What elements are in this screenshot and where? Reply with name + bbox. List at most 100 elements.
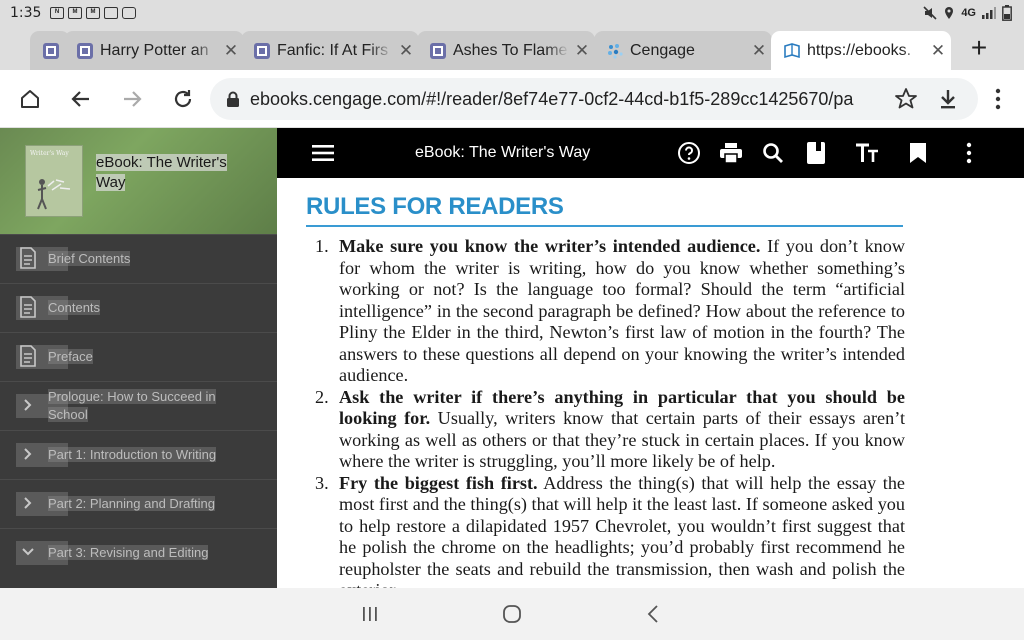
sidebar-item-preface[interactable]: Preface: [0, 332, 277, 381]
forward-arrow-icon: [124, 91, 142, 107]
reload-button[interactable]: [168, 84, 198, 114]
rule-item: 2. Ask the writer if there’s anything in…: [315, 387, 905, 473]
ebook-page: RULES FOR READERS 1. Make sure you know …: [277, 178, 1024, 588]
network-type: 4G: [961, 7, 976, 19]
chevron-right-icon[interactable]: [20, 394, 36, 416]
rule-number: 1.: [315, 236, 329, 256]
status-time: 1:35: [10, 5, 42, 21]
document-icon: [20, 296, 36, 318]
print-icon: [720, 143, 742, 164]
back-button[interactable]: [66, 84, 96, 114]
book-icon: [784, 42, 800, 58]
help-icon: [678, 142, 700, 164]
tab-close-icon[interactable]: ✕: [925, 41, 951, 61]
rule-lead: Make sure you know the writer’s intended…: [339, 236, 761, 256]
notification-icons: N M M: [50, 7, 136, 19]
bookmark-star-icon[interactable]: [894, 87, 918, 111]
tab-close-icon[interactable]: ✕: [569, 41, 595, 61]
status-bar: 1:35 N M M 4G: [0, 0, 1024, 28]
menu-hamburger-icon[interactable]: [312, 143, 334, 163]
section-heading: RULES FOR READERS: [306, 193, 564, 220]
mail-icon: M: [68, 7, 82, 19]
sidebar-item-label: Contents: [48, 300, 101, 315]
chevron-down-icon[interactable]: [20, 541, 36, 563]
reload-icon: [174, 90, 192, 108]
chevron-right-icon[interactable]: [20, 443, 36, 465]
download-icon[interactable]: [936, 87, 960, 111]
reader-more-button[interactable]: [957, 141, 981, 165]
sidebar-item-label: Brief Contents: [48, 251, 131, 266]
location-icon: [945, 7, 954, 19]
url-text[interactable]: ebooks.cengage.com/#!/reader/8ef74e77-0c…: [250, 89, 854, 110]
calendar-icon: [104, 7, 118, 19]
search-button[interactable]: [761, 141, 785, 165]
bookmark-icon: [910, 143, 926, 163]
rule-number: 2.: [315, 386, 329, 407]
home-circle-icon: [503, 605, 521, 623]
cover-illustration: [37, 179, 71, 210]
home-icon: [21, 90, 39, 108]
tab-3[interactable]: Fanfic: If At Firs ✕: [241, 31, 419, 70]
sidebar-item-label: Preface: [48, 349, 93, 364]
document-icon: [20, 247, 36, 269]
rule-lead: Fry the biggest fish first.: [339, 472, 538, 493]
bookmark-button[interactable]: [906, 141, 930, 165]
recent-apps-icon: [363, 607, 377, 621]
tab-close-icon[interactable]: ✕: [746, 41, 772, 61]
sidebar-item-label: Part 1: Introduction to Writing: [48, 447, 217, 462]
forward-button[interactable]: [117, 84, 147, 114]
address-bar[interactable]: ebooks.cengage.com/#!/reader/8ef74e77-0c…: [210, 78, 978, 120]
print-button[interactable]: [719, 141, 743, 165]
news-icon: N: [50, 7, 64, 19]
sidebar-item-brief-contents[interactable]: Brief Contents: [0, 234, 277, 283]
recent-apps-button[interactable]: [358, 602, 382, 626]
message-icon: [122, 7, 136, 19]
lock-icon: [227, 91, 239, 107]
rule-text: If you don’t know for whom the writer is…: [339, 236, 905, 385]
notebook-button[interactable]: [804, 141, 828, 165]
more-menu-icon[interactable]: [990, 86, 1006, 112]
sidebar-book-title: eBook: The Writer's Way: [96, 154, 227, 191]
back-chevron-icon: [647, 605, 658, 623]
mail-icon: M: [86, 7, 100, 19]
help-button[interactable]: [677, 141, 701, 165]
home-nav-button[interactable]: [500, 602, 524, 626]
sidebar-item-part-1[interactable]: Part 1: Introduction to Writing: [0, 430, 277, 479]
home-button[interactable]: [15, 84, 45, 114]
status-right: 4G: [923, 5, 1012, 21]
toc-sidebar: Writer's Way eBook: The Writer's Way Bri…: [0, 128, 277, 588]
back-nav-button[interactable]: [641, 602, 665, 626]
system-nav-bar: [0, 588, 1024, 640]
rule-number: 3.: [315, 472, 329, 493]
chevron-right-icon[interactable]: [20, 492, 36, 514]
tab-4[interactable]: Ashes To Flame ✕: [417, 31, 595, 70]
browser-toolbar: ebooks.cengage.com/#!/reader/8ef74e77-0c…: [0, 70, 1024, 128]
sidebar-item-part-3[interactable]: Part 3: Revising and Editing: [0, 528, 277, 577]
signal-icon: [982, 7, 996, 19]
tab-5[interactable]: Cengage ✕: [594, 31, 772, 70]
heading-rule: [306, 225, 903, 227]
document-icon: [20, 345, 36, 367]
sidebar-item-prologue[interactable]: Prologue: How to Succeed in School: [0, 381, 277, 430]
more-vertical-icon: [966, 142, 972, 164]
rules-list: 1. Make sure you know the writer’s inten…: [315, 236, 905, 588]
tab-6-active[interactable]: https://ebooks. ✕: [771, 31, 951, 70]
book-cover[interactable]: Writer's Way: [25, 145, 83, 217]
sidebar-item-label: Prologue: How to Succeed in School: [48, 389, 216, 422]
cover-title: Writer's Way: [30, 150, 69, 157]
text-size-button[interactable]: [855, 141, 879, 165]
reader-icon: [254, 42, 270, 59]
search-icon: [763, 143, 783, 163]
sidebar-item-contents[interactable]: Contents: [0, 283, 277, 332]
reader-toolbar: eBook: The Writer's Way: [277, 128, 1024, 178]
new-tab-button[interactable]: +: [962, 32, 996, 66]
sidebar-item-label: Part 2: Planning and Drafting: [48, 496, 215, 511]
rule-item: 3. Fry the biggest fish first. Address t…: [315, 473, 905, 589]
tab-strip: Harry Potter an ✕ Fanfic: If At Firs ✕ A…: [0, 28, 1024, 70]
cengage-icon: [608, 43, 623, 59]
tab-close-icon[interactable]: ✕: [393, 41, 419, 61]
sidebar-item-part-2[interactable]: Part 2: Planning and Drafting: [0, 479, 277, 528]
reader-icon: [430, 42, 446, 59]
reader-icon: [43, 42, 59, 59]
tab-2[interactable]: Harry Potter an ✕: [64, 31, 244, 70]
